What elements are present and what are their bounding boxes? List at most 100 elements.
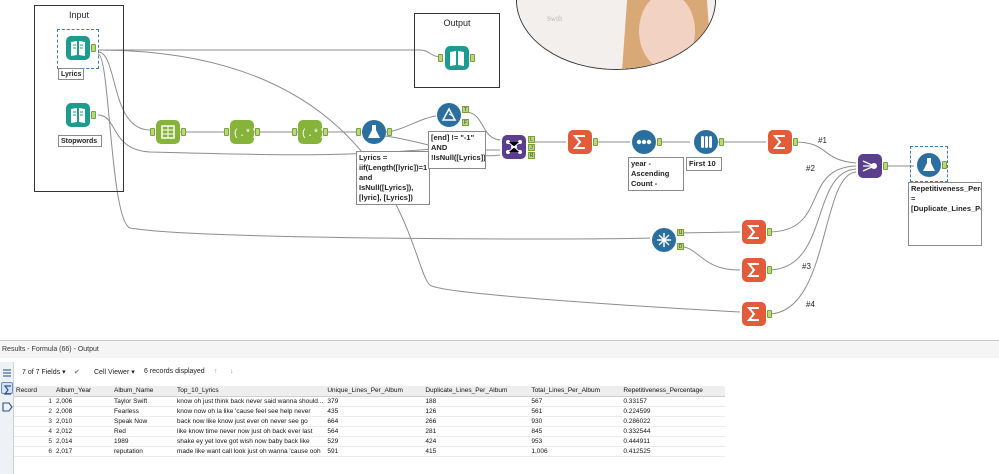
column-header[interactable]: Record	[14, 386, 54, 397]
cell-album-year: 2,006	[54, 396, 112, 407]
cell-total-lines: 567	[529, 396, 622, 407]
cell-album-name: reputation	[112, 446, 175, 457]
arrow-up-icon[interactable]: ↑	[214, 368, 218, 375]
union-icon	[862, 160, 877, 172]
join-left-anchor[interactable]: L	[528, 136, 535, 143]
output-anchor[interactable]	[793, 138, 798, 146]
checkmark-icon[interactable]: ✔	[74, 368, 80, 376]
cell-duplicate-lines: 415	[423, 446, 530, 457]
input-anchor[interactable]	[224, 128, 229, 136]
filter-icon	[441, 107, 457, 121]
final-formula-tool[interactable]	[917, 153, 941, 177]
test-tubes-icon	[701, 136, 712, 148]
cell-unique-lines: 379	[325, 396, 424, 407]
table-row[interactable]: 5 2,014 1989 shake ey yet love got wish …	[14, 436, 726, 447]
summarize-tool-2[interactable]	[768, 130, 792, 154]
output-anchor[interactable]	[470, 54, 475, 62]
message-view-icon[interactable]	[1, 400, 13, 412]
join-joined-anchor[interactable]: J	[528, 144, 535, 151]
summarize-tool-5[interactable]	[742, 302, 766, 326]
sort-tool[interactable]	[632, 130, 656, 154]
cell-album-name: Fearless	[112, 406, 175, 417]
filter-false-anchor[interactable]: F	[462, 119, 469, 126]
input-anchor[interactable]	[150, 128, 155, 136]
text-to-columns-tool[interactable]	[156, 120, 180, 144]
column-header[interactable]: Top_10_Lyrics	[175, 386, 326, 397]
output-anchor[interactable]	[91, 111, 96, 119]
unique-anchor-u[interactable]: U	[677, 229, 684, 236]
regex-icon: (.*)	[301, 128, 322, 140]
table-row[interactable]: 6 2,017 reputation made like want call l…	[14, 446, 726, 457]
table-row[interactable]: 2 2,008 Fearless know now oh la like 'ca…	[14, 406, 726, 417]
cell-top-lyrics: shake ey yet love got wish now baby back…	[175, 436, 326, 447]
output-anchor[interactable]	[657, 138, 662, 146]
cell-top-lyrics: know oh just think back never said wanna…	[175, 396, 326, 407]
sample-tool[interactable]	[694, 130, 718, 154]
table-view-icon[interactable]	[1, 366, 13, 378]
wire-label-4: #4	[806, 300, 815, 309]
cell-total-lines: 561	[529, 406, 622, 417]
column-header[interactable]: Album_Name	[112, 386, 175, 397]
cell-unique-lines: 664	[325, 416, 424, 427]
sigma-icon	[772, 135, 785, 149]
column-header[interactable]: Album_Year	[54, 386, 112, 397]
join-tool[interactable]	[502, 135, 526, 159]
union-tool[interactable]	[858, 154, 882, 178]
output-anchor[interactable]	[767, 266, 772, 274]
cell-unique-lines: 529	[325, 436, 424, 447]
output-anchor[interactable]	[942, 161, 947, 169]
cell-duplicate-lines: 126	[423, 406, 530, 417]
lyrics-input-tool[interactable]	[66, 36, 90, 60]
workflow-canvas[interactable]: Swift Input Output Lyrics Stopwords (.*)…	[0, 0, 999, 340]
input-anchor[interactable]	[356, 128, 361, 136]
output-anchor[interactable]	[255, 128, 260, 136]
summary-view-icon[interactable]	[1, 382, 13, 395]
cell-viewer-label: Cell Viewer	[94, 369, 130, 376]
column-header[interactable]: Total_Lines_Per_Album	[529, 386, 622, 397]
output-anchor[interactable]	[91, 44, 96, 52]
cell-record: 5	[14, 436, 54, 447]
output-anchor[interactable]	[719, 138, 724, 146]
table-row[interactable]: 4 2,012 Red like know time never now jus…	[14, 426, 726, 437]
output-anchor[interactable]	[883, 162, 888, 170]
cell-album-year: 2,010	[54, 416, 112, 427]
stopwords-input-tool[interactable]	[66, 103, 90, 127]
unique-anchor-d[interactable]: D	[677, 243, 684, 250]
summarize-tool-4[interactable]	[742, 258, 766, 282]
summarize-tool-3[interactable]	[742, 220, 766, 244]
sigma-icon	[572, 135, 585, 149]
output-anchor[interactable]	[181, 128, 186, 136]
formula-tool[interactable]	[362, 120, 386, 144]
output-anchor[interactable]	[387, 128, 392, 136]
arrow-down-icon[interactable]: ↓	[230, 368, 234, 375]
column-header[interactable]: Unique_Lines_Per_Album	[325, 386, 424, 397]
filter-tool[interactable]	[437, 103, 461, 127]
summarize-tool-1[interactable]	[568, 130, 592, 154]
unique-tool[interactable]	[652, 228, 676, 252]
output-anchor[interactable]	[593, 138, 598, 146]
wire-label-2: #2	[806, 164, 815, 173]
cell-viewer-selector[interactable]: Cell Viewer ▾	[94, 368, 135, 376]
formula-annotation: Lyrics = iif(Length([lyric])=1 and IsNul…	[356, 151, 430, 205]
regex-tool-2[interactable]: (.*)	[298, 120, 322, 144]
output-container-title: Output	[443, 18, 471, 28]
lyrics-label: Lyrics	[58, 68, 84, 80]
column-header[interactable]: Duplicate_Lines_Per_Album	[423, 386, 530, 397]
output-anchor[interactable]	[767, 310, 772, 318]
fields-selector[interactable]: 7 of 7 Fields ▾	[22, 368, 66, 376]
cell-total-lines: 953	[529, 436, 622, 447]
input-anchor[interactable]	[292, 128, 297, 136]
results-title: Results - Formula (66) - Output	[2, 346, 99, 353]
output-tool[interactable]	[445, 46, 469, 70]
book-icon	[71, 108, 85, 123]
input-anchor[interactable]	[438, 54, 443, 62]
results-table[interactable]: Record Album_Year Album_Name Top_10_Lyri…	[14, 386, 726, 457]
output-anchor[interactable]	[323, 128, 328, 136]
join-right-anchor[interactable]: R	[528, 152, 535, 159]
output-anchor[interactable]	[767, 228, 772, 236]
filter-true-anchor[interactable]: T	[462, 106, 469, 113]
column-header[interactable]: Repetitiveness_Percentage	[621, 386, 726, 397]
table-row[interactable]: 3 2,010 Speak Now back now like know jus…	[14, 416, 726, 427]
regex-tool-1[interactable]: (.*)	[230, 120, 254, 144]
table-row[interactable]: 1 2,006 Taylor Swift know oh just think …	[14, 396, 726, 407]
